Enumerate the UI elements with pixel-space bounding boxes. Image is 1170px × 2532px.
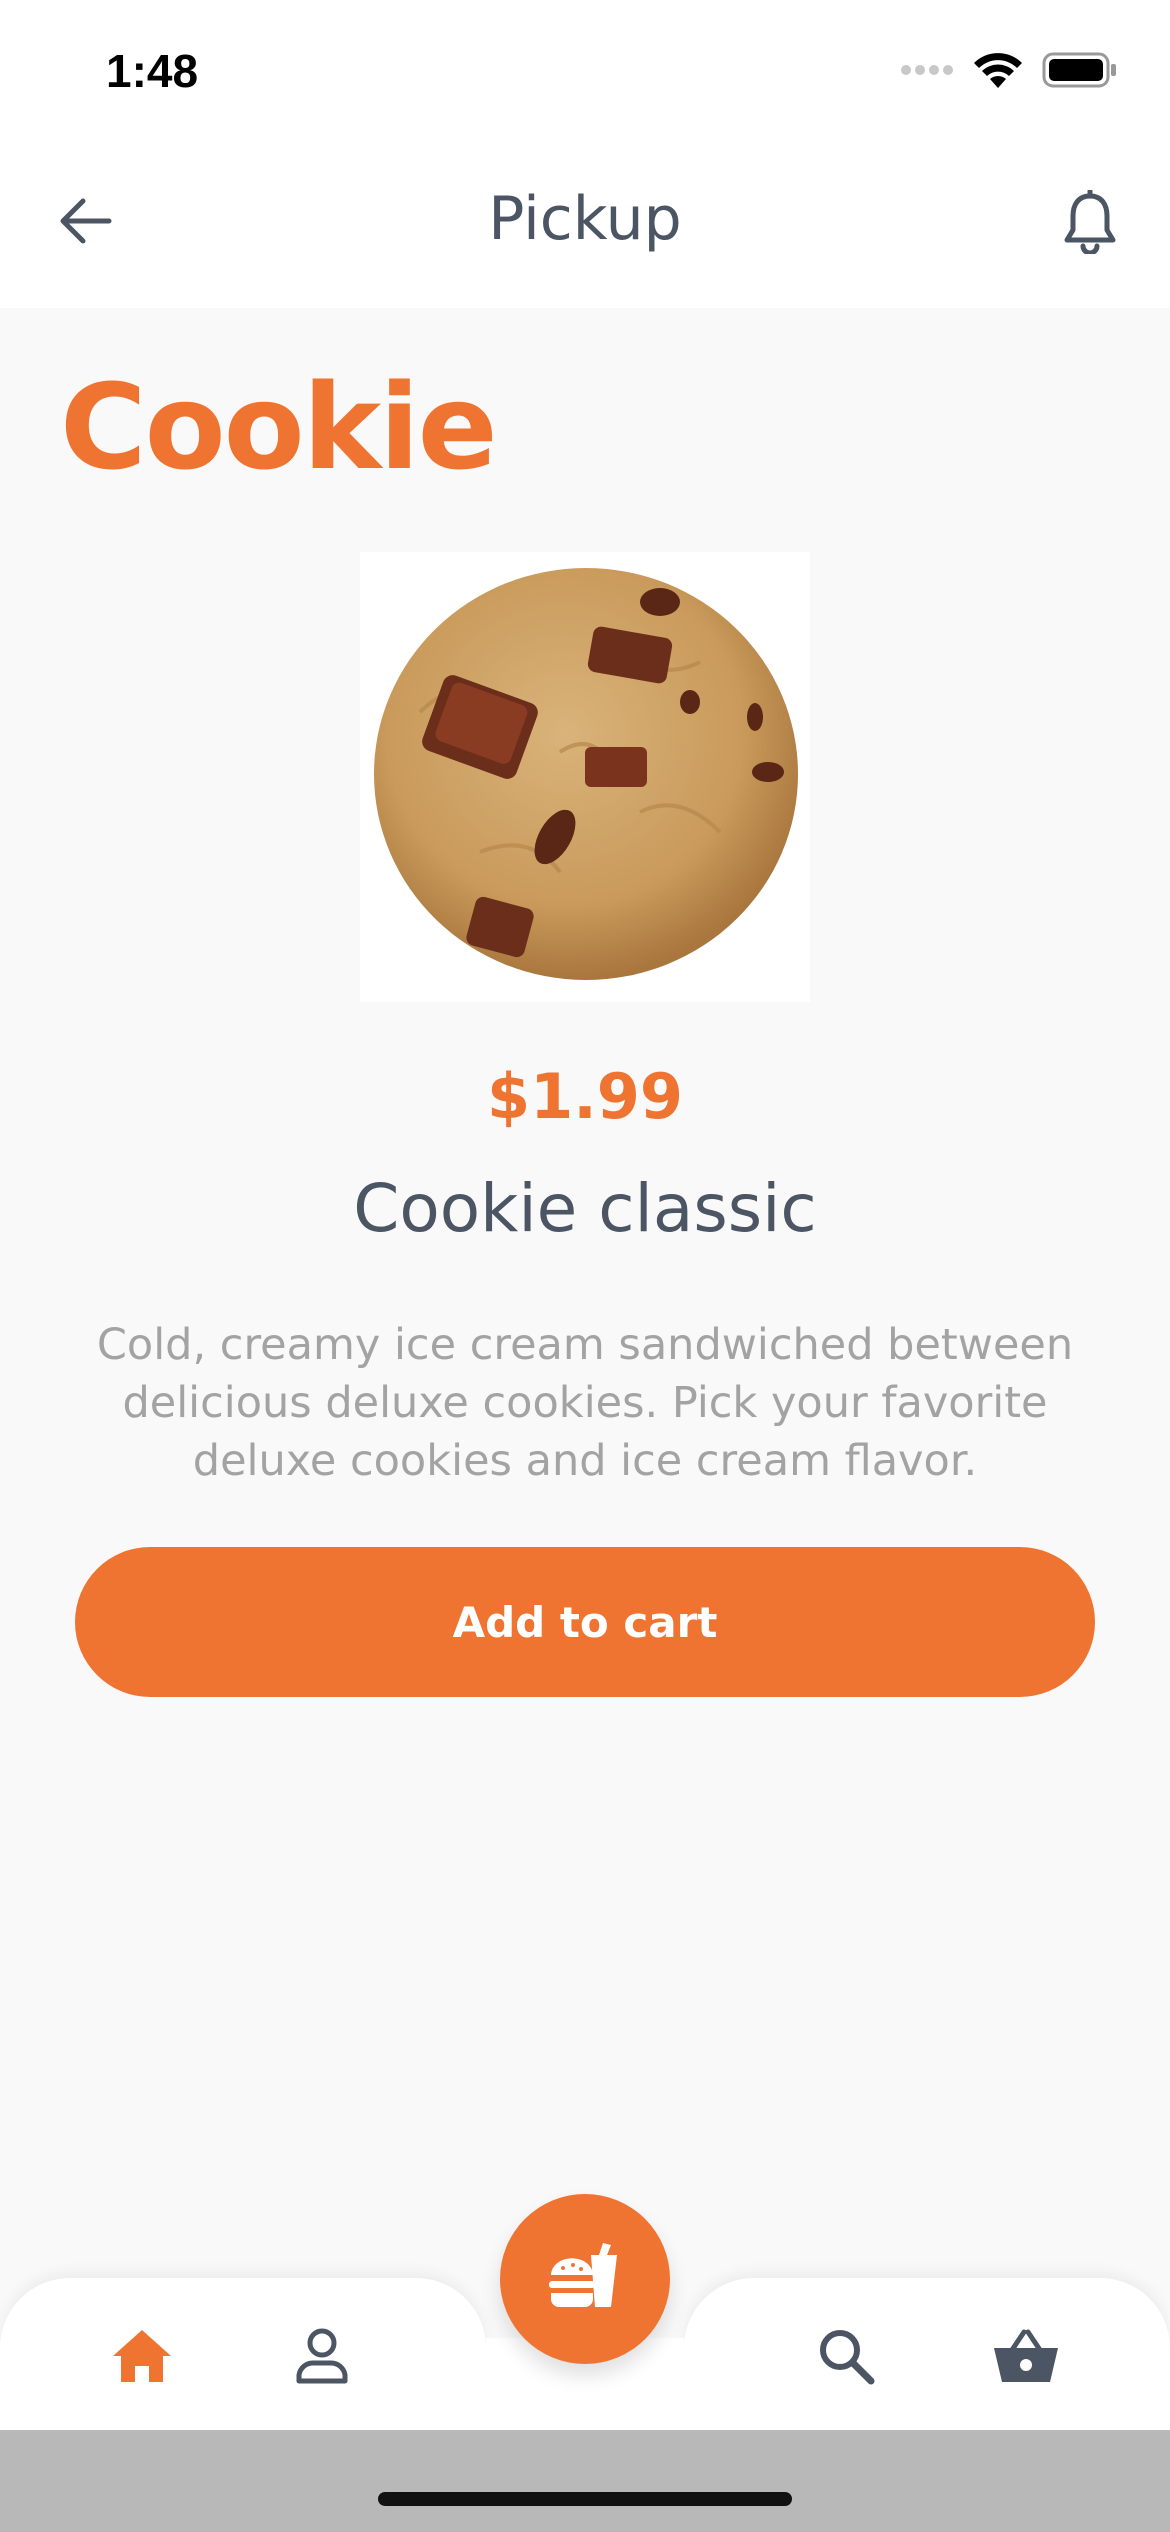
- product-image: [360, 552, 810, 1002]
- add-to-cart-button[interactable]: Add to cart: [75, 1547, 1095, 1697]
- page-title: Pickup: [488, 184, 682, 254]
- basket-icon: [992, 2328, 1060, 2388]
- cookie-image: [374, 568, 798, 980]
- menu-fab-button[interactable]: [500, 2194, 670, 2364]
- status-bar: 1:48: [0, 0, 1170, 150]
- category-title: Cookie: [60, 358, 498, 496]
- nav-left-panel: [0, 2278, 486, 2430]
- user-icon: [295, 2327, 349, 2389]
- nav-item-cart[interactable]: [988, 2320, 1064, 2396]
- wifi-icon: [972, 50, 1024, 94]
- nav-item-profile[interactable]: [284, 2320, 360, 2396]
- app-header: Pickup: [0, 150, 1170, 308]
- status-icons: [900, 50, 1118, 94]
- burger-drink-icon: [547, 2241, 623, 2317]
- product-name: Cookie classic: [353, 1170, 817, 1247]
- nav-item-search[interactable]: [808, 2320, 884, 2396]
- notifications-button[interactable]: [1054, 188, 1126, 260]
- status-time: 1:48: [106, 45, 199, 97]
- product-detail-screen: 1:48 Pickup Cookie $1.99 Cookie classic …: [0, 0, 1170, 2532]
- product-description: Cold, creamy ice cream sandwiched betwee…: [96, 1320, 1074, 1486]
- nav-right-panel: [684, 2278, 1170, 2430]
- nav-item-home[interactable]: [104, 2320, 180, 2396]
- product-price: $1.99: [486, 1060, 684, 1133]
- bell-icon: [1062, 188, 1118, 258]
- home-indicator-area: [0, 2430, 1170, 2532]
- home-indicator[interactable]: [378, 2492, 792, 2506]
- home-icon: [111, 2328, 173, 2388]
- battery-icon: [1042, 52, 1118, 92]
- signal-icon: [900, 62, 954, 82]
- search-icon: [817, 2327, 875, 2389]
